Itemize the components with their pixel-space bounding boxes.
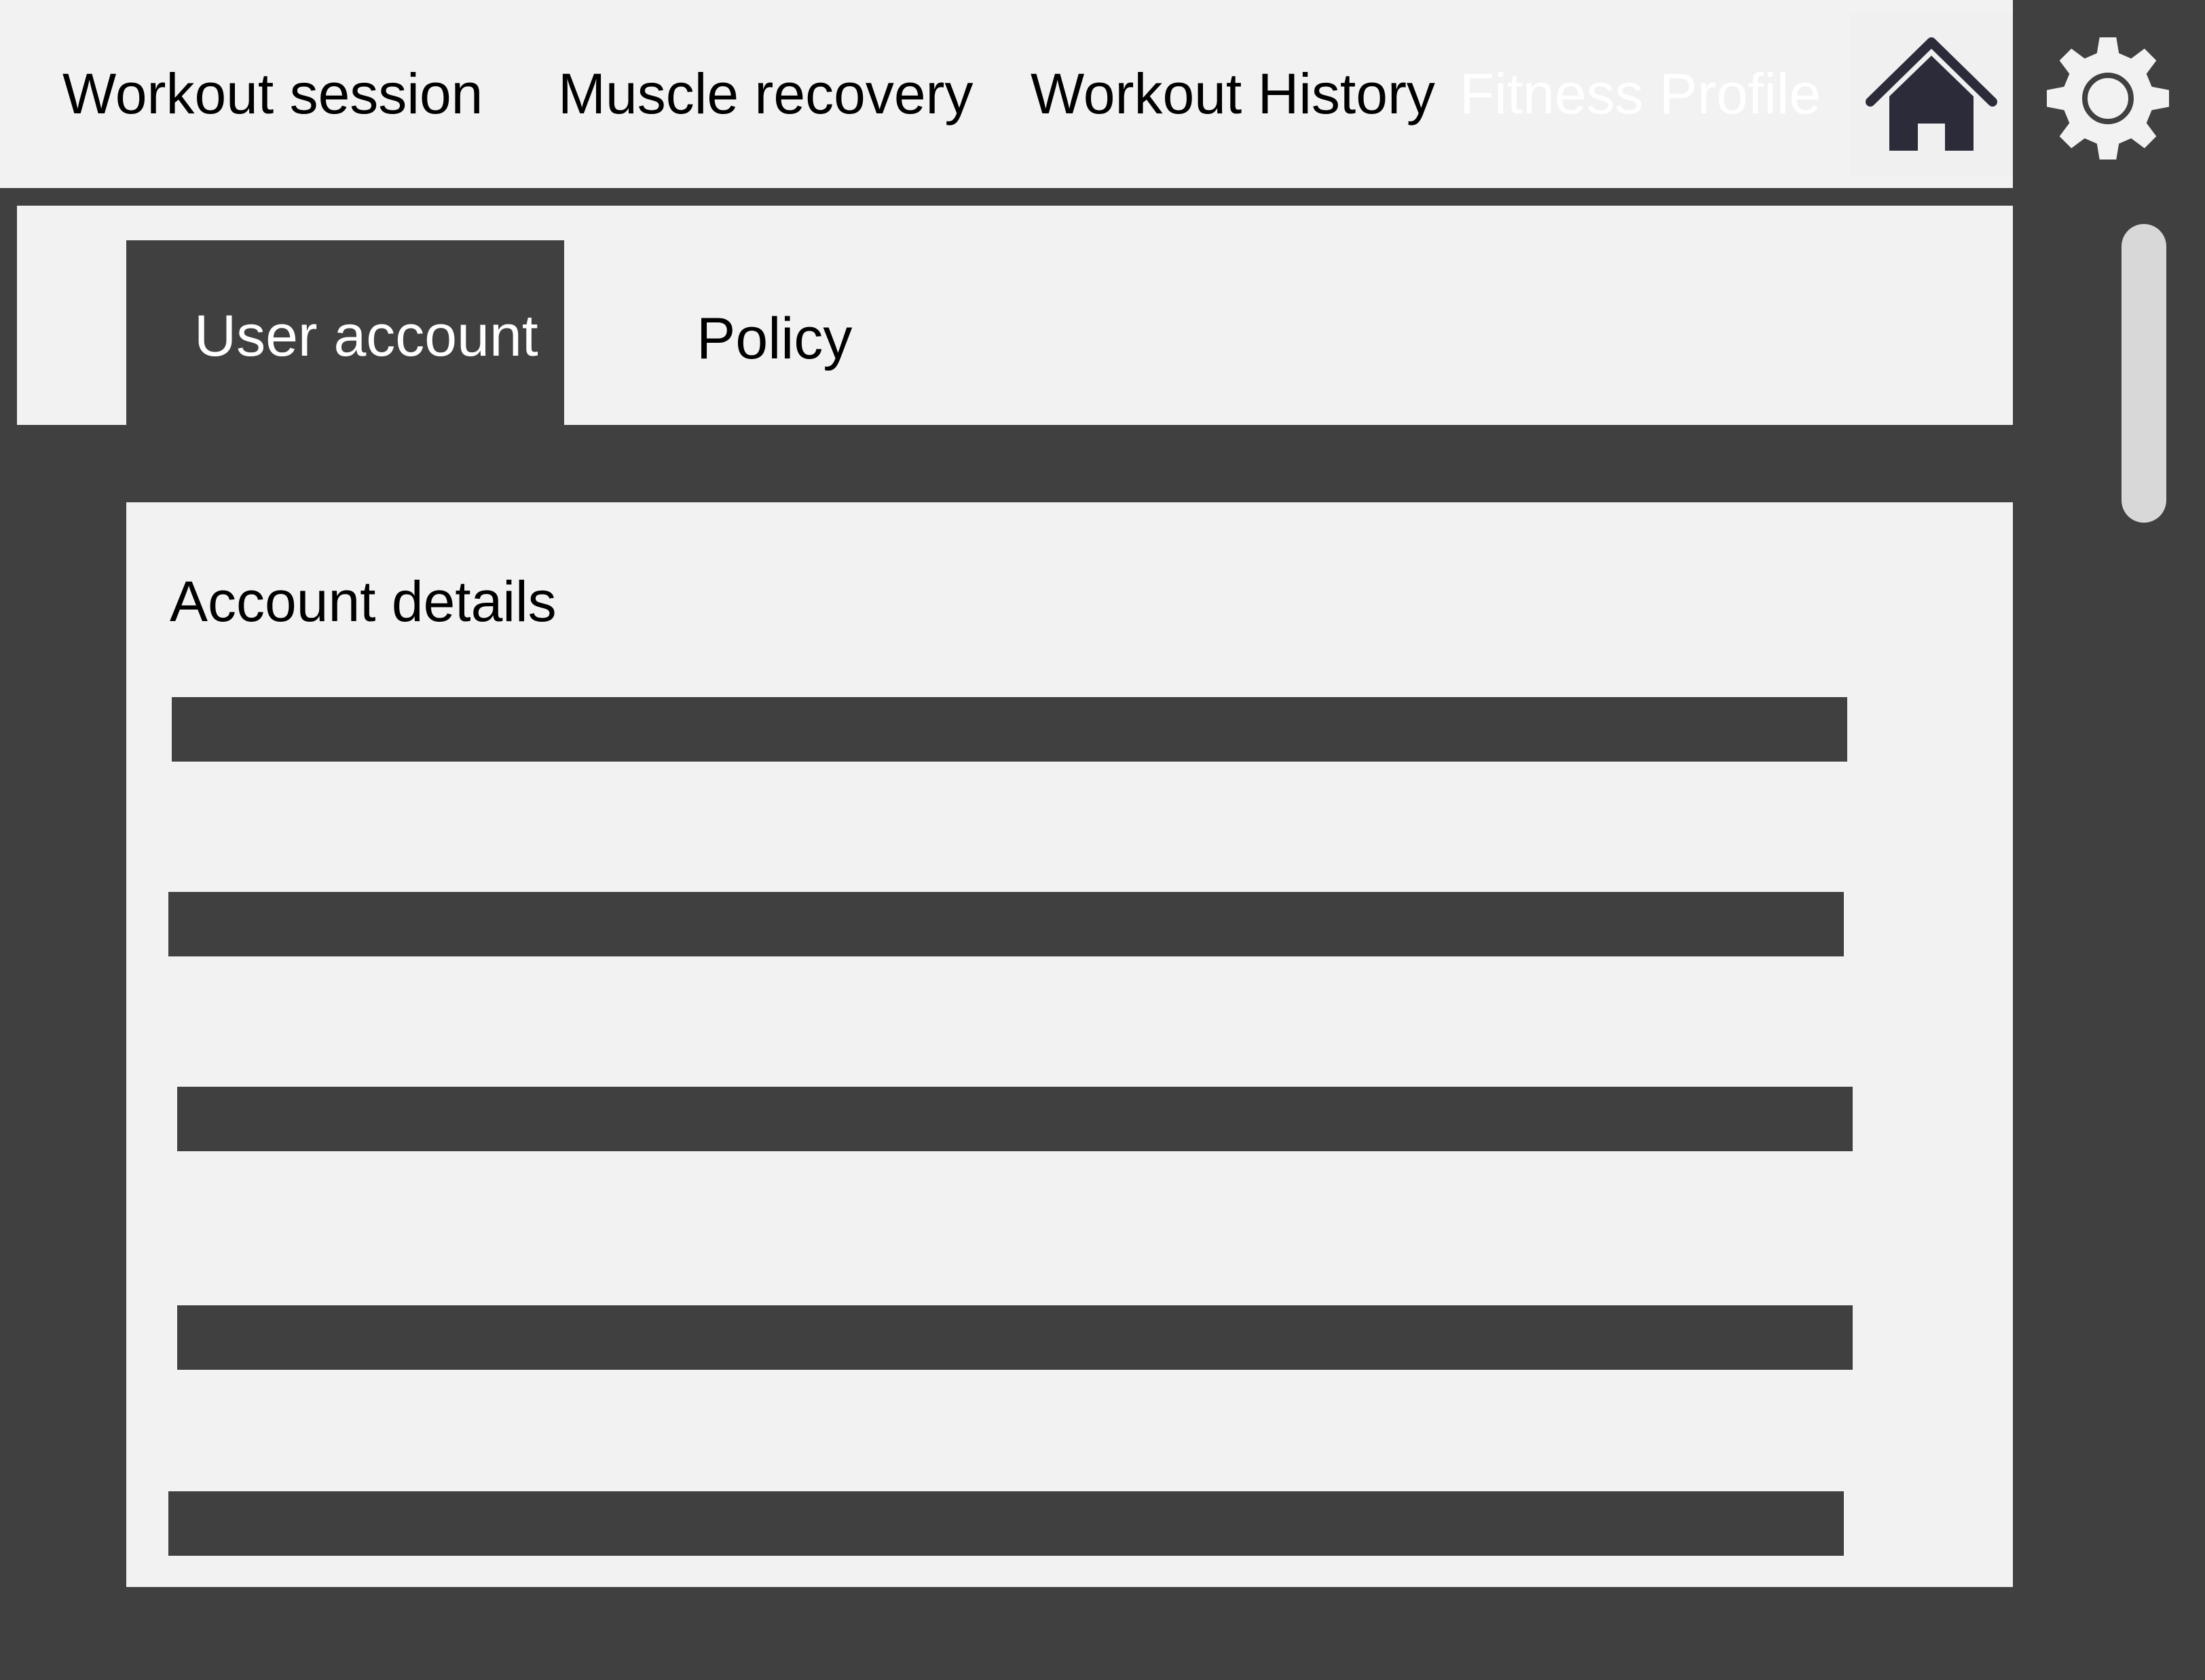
tab-policy-label: Policy (697, 306, 853, 371)
account-field-4[interactable] (177, 1305, 1853, 1370)
home-button[interactable] (1850, 14, 2013, 176)
scrollbar-thumb[interactable] (2121, 224, 2166, 523)
account-details-card (126, 502, 2013, 1587)
settings-panel (2013, 0, 2205, 1680)
account-details-title: Account details (170, 570, 557, 633)
tab-policy[interactable]: Policy (686, 240, 889, 425)
home-icon (1866, 37, 1997, 151)
account-field-3[interactable] (177, 1087, 1853, 1151)
tab-user-account-label: User account (194, 303, 538, 369)
nav-item-fitness-profile[interactable]: Fitness Profile (1460, 0, 1821, 188)
nav-item-workout-session[interactable]: Workout session (62, 0, 483, 188)
account-field-2[interactable] (168, 892, 1844, 956)
account-field-5[interactable] (168, 1491, 1844, 1556)
nav-item-muscle-recovery[interactable]: Muscle recovery (558, 0, 974, 188)
nav-item-workout-history[interactable]: Workout History (1031, 0, 1435, 188)
account-field-1[interactable] (172, 697, 1847, 762)
tab-user-account[interactable]: User account (126, 240, 564, 425)
gear-icon (2044, 35, 2172, 162)
settings-button[interactable] (2030, 20, 2186, 176)
